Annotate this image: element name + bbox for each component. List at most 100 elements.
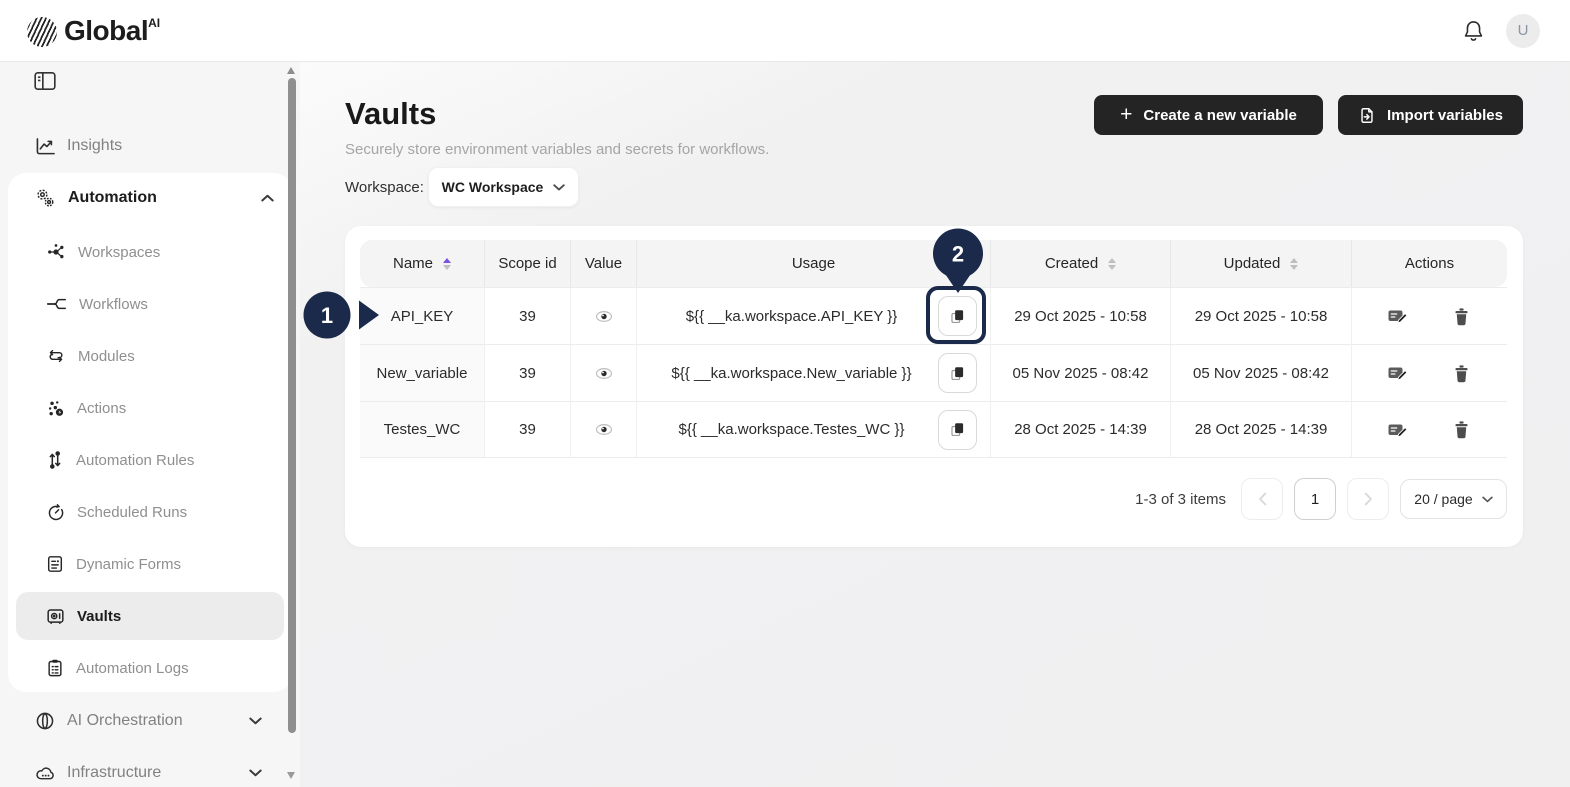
- scroll-up-arrow[interactable]: [287, 67, 295, 74]
- usage-expression: ${{ __ka.workspace.New_variable }}: [671, 365, 955, 382]
- sidebar-item-ai-orchestration[interactable]: AI Orchestration: [0, 701, 284, 741]
- table-header-row: Name Scope id Value Usage Created Update…: [360, 240, 1507, 287]
- sidebar-item-automation-rules[interactable]: Automation Rules: [8, 440, 292, 480]
- column-header-name[interactable]: Name: [360, 240, 485, 287]
- cell-name: New_variable: [360, 344, 485, 401]
- edit-variable-icon[interactable]: [1385, 418, 1411, 442]
- modules-loop-icon: [46, 347, 66, 365]
- header-label: Scope id: [498, 255, 556, 272]
- sidebar-item-actions[interactable]: Actions: [8, 388, 292, 428]
- sidebar-item-automation-logs[interactable]: Automation Logs: [8, 648, 292, 688]
- sidebar-collapse-icon[interactable]: [33, 70, 57, 92]
- sidebar-label: Dynamic Forms: [76, 556, 181, 573]
- sort-icon[interactable]: [1290, 258, 1298, 270]
- edit-variable-icon[interactable]: [1385, 361, 1411, 385]
- sort-icon[interactable]: [1108, 258, 1116, 270]
- usage-expression: ${{ __ka.workspace.API_KEY }}: [686, 308, 942, 325]
- sidebar-label: Workspaces: [78, 244, 160, 261]
- column-header-value[interactable]: Value: [571, 240, 637, 287]
- sidebar-label: Automation: [68, 189, 157, 207]
- copy-icon: [949, 365, 966, 382]
- import-file-icon: [1358, 106, 1376, 125]
- sidebar-label: Insights: [67, 137, 122, 155]
- copy-usage-button[interactable]: [938, 296, 977, 336]
- reveal-value-eye-icon[interactable]: [594, 365, 614, 381]
- created-date: 29 Oct 2025 - 10:58: [1014, 308, 1147, 325]
- created-date: 28 Oct 2025 - 14:39: [1014, 421, 1147, 438]
- sidebar-item-infrastructure[interactable]: Infrastructure: [0, 753, 284, 787]
- updated-date: 29 Oct 2025 - 10:58: [1195, 308, 1328, 325]
- logo-superscript: AI: [148, 16, 160, 30]
- create-variable-label: Create a new variable: [1143, 107, 1296, 124]
- column-header-updated[interactable]: Updated: [1171, 240, 1352, 287]
- delete-variable-trash-icon[interactable]: [1449, 304, 1475, 328]
- chevron-left-icon: [1258, 492, 1267, 506]
- column-header-created[interactable]: Created: [991, 240, 1171, 287]
- updated-date: 05 Nov 2025 - 08:42: [1193, 365, 1329, 382]
- page-title: Vaults: [345, 96, 436, 132]
- scrollbar-thumb[interactable]: [288, 78, 296, 733]
- pagination-summary: 1-3 of 3 items: [1135, 491, 1226, 508]
- page-number: 1: [1311, 491, 1319, 508]
- notifications-bell-icon[interactable]: [1460, 18, 1486, 44]
- page-subtitle: Securely store environment variables and…: [345, 141, 769, 158]
- cell-usage: ${{ __ka.workspace.Testes_WC }}: [637, 401, 991, 458]
- header-label: Value: [585, 255, 622, 272]
- table-row: API_KEY 39 ${{ __ka.workspace.API_KEY }}…: [360, 287, 1507, 344]
- sidebar-scrollbar[interactable]: [287, 62, 296, 787]
- next-page-button[interactable]: [1347, 478, 1389, 520]
- reveal-value-eye-icon[interactable]: [594, 308, 614, 324]
- cell-scope-id: 39: [485, 344, 571, 401]
- sidebar-item-scheduled-runs[interactable]: Scheduled Runs: [8, 492, 292, 532]
- scroll-down-arrow[interactable]: [287, 772, 295, 779]
- delete-variable-trash-icon[interactable]: [1449, 361, 1475, 385]
- sidebar-item-insights[interactable]: Insights: [0, 126, 284, 166]
- table-row: Testes_WC 39 ${{ __ka.workspace.Testes_W…: [360, 401, 1507, 458]
- delete-variable-trash-icon[interactable]: [1449, 418, 1475, 442]
- page-number-button[interactable]: 1: [1294, 478, 1336, 520]
- sidebar-item-workflows[interactable]: Workflows: [8, 284, 292, 324]
- usage-expression: ${{ __ka.workspace.Testes_WC }}: [679, 421, 949, 438]
- edit-variable-icon[interactable]: [1385, 304, 1411, 328]
- copy-usage-button[interactable]: [938, 410, 977, 450]
- column-header-usage[interactable]: Usage: [637, 240, 991, 287]
- sort-icon[interactable]: [443, 258, 451, 270]
- header-label: Created: [1045, 255, 1098, 272]
- sidebar-item-vaults[interactable]: Vaults: [16, 592, 284, 640]
- sidebar-label: AI Orchestration: [67, 712, 183, 730]
- orchestration-sphere-icon: [34, 711, 56, 731]
- import-variables-button[interactable]: Import variables: [1338, 95, 1523, 135]
- cell-usage: ${{ __ka.workspace.API_KEY }}: [637, 287, 991, 344]
- sidebar-item-automation[interactable]: Automation: [8, 178, 292, 218]
- avatar-initial: U: [1518, 22, 1529, 39]
- create-variable-button[interactable]: + Create a new variable: [1094, 95, 1323, 135]
- copy-icon: [949, 421, 966, 438]
- previous-page-button[interactable]: [1241, 478, 1283, 520]
- variable-name: Testes_WC: [384, 421, 461, 438]
- column-header-scope-id[interactable]: Scope id: [485, 240, 571, 287]
- app-window: Global AI U: [0, 0, 1570, 787]
- copy-usage-button[interactable]: [938, 353, 977, 393]
- sidebar-item-dynamic-forms[interactable]: Dynamic Forms: [8, 544, 292, 584]
- cell-scope-id: 39: [485, 401, 571, 458]
- scope-id: 39: [519, 421, 536, 438]
- sidebar-item-modules[interactable]: Modules: [8, 336, 292, 376]
- chevron-right-icon: [1364, 492, 1373, 506]
- workspace-select[interactable]: WC Workspace: [428, 167, 579, 207]
- logo-text: Global: [64, 15, 148, 47]
- chevron-down-icon: [553, 184, 565, 191]
- sidebar-label: Automation Logs: [76, 660, 189, 677]
- reveal-value-eye-icon[interactable]: [594, 422, 614, 438]
- topbar: Global AI U: [0, 0, 1570, 62]
- sidebar-label: Workflows: [79, 296, 148, 313]
- sidebar-label: Scheduled Runs: [77, 504, 187, 521]
- cell-updated: 28 Oct 2025 - 14:39: [1171, 401, 1352, 458]
- chevron-down-icon: [249, 717, 262, 725]
- workspace-selected-value: WC Workspace: [442, 179, 544, 195]
- sidebar-item-workspaces[interactable]: Workspaces: [8, 232, 292, 272]
- user-avatar[interactable]: U: [1506, 14, 1540, 48]
- workflows-branch-icon: [46, 295, 67, 313]
- actions-cluster-icon: [46, 399, 65, 418]
- page-size-select[interactable]: 20 / page: [1400, 479, 1507, 519]
- plus-icon: +: [1120, 106, 1132, 124]
